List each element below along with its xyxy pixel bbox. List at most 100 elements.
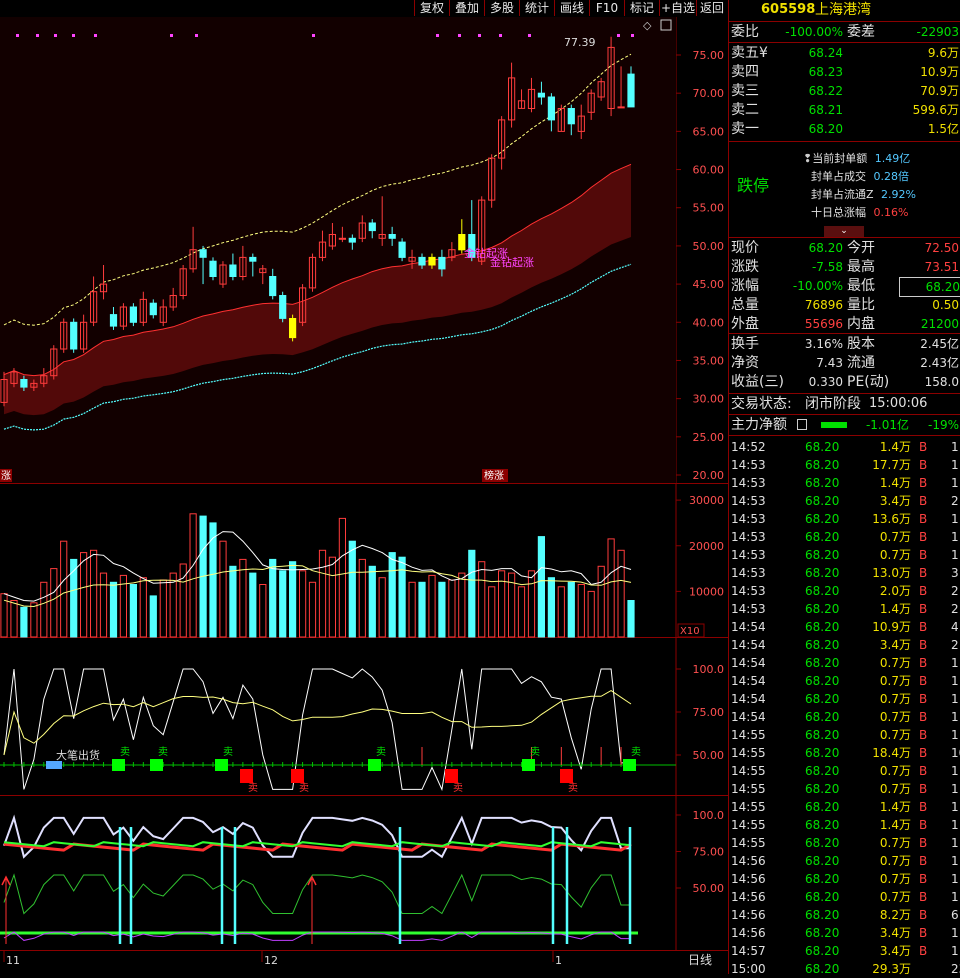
tick-time: 14:54	[731, 656, 766, 670]
tick-row: 14:54 68.20 10.9万 B 4	[729, 618, 960, 636]
volume-bar	[189, 513, 197, 638]
tick-count: 1	[951, 890, 959, 904]
stats-value: 3.16%	[804, 337, 843, 351]
tick-time: 14:53	[731, 476, 766, 490]
sell-signal-label: 卖	[530, 746, 540, 758]
tick-time: 14:52	[731, 440, 766, 454]
sell-signal-box	[522, 759, 535, 771]
tick-price: 68.20	[805, 944, 840, 958]
quote-value: -7.58	[811, 260, 843, 274]
tick-volume: 0.7万	[879, 854, 911, 868]
tick-row: 14:53 68.20 1.4万 B 1	[729, 474, 960, 492]
ind2-osc-line	[3, 873, 631, 915]
top-dot-marker	[72, 34, 75, 37]
tick-count: 1	[951, 440, 959, 454]
kline-chart[interactable]: 75.00 70.00 65.00 60.00 55.00 50.00 45.00 40.00…	[0, 17, 728, 974]
candle-body	[627, 73, 635, 108]
volume-bar	[50, 568, 58, 638]
red-signal-label: 卖	[453, 782, 463, 794]
tick-row: 14:55 68.20 0.7万 B 1	[729, 726, 960, 744]
candle-body	[617, 106, 625, 109]
stock-name: 上海港湾	[815, 2, 871, 18]
tick-row: 14:53 68.20 17.7万 B 1	[729, 456, 960, 474]
ask-row[interactable]: 卖四 68.23 10.9万	[729, 63, 960, 81]
tick-row: 14:55 68.20 1.4万 B 1	[729, 816, 960, 834]
tick-row: 14:53 68.20 13.0万 B 3	[729, 564, 960, 582]
price-tick-label: 30.00	[693, 393, 725, 406]
tick-side: B	[919, 854, 928, 868]
ask-row[interactable]: 卖一 68.20 1.5亿	[729, 120, 960, 138]
toolbar-button-1[interactable]: 叠加	[449, 0, 484, 16]
tick-side: B	[919, 764, 928, 778]
toolbar-button-3[interactable]: 统计	[519, 0, 554, 16]
tick-price: 68.20	[805, 584, 840, 598]
toolbar-button-4[interactable]: 画线	[554, 0, 589, 16]
candle-body	[567, 108, 575, 125]
quote-row: 外盘 55696 内盘 21200	[729, 315, 960, 333]
signal-label: 金钻起涨	[490, 255, 534, 269]
price-tick-label: 65.00	[693, 125, 725, 138]
tick-price: 68.20	[805, 872, 840, 886]
menu-icon[interactable]	[797, 419, 807, 430]
tick-volume: 0.7万	[879, 710, 911, 724]
tick-row: 15:00 68.20 29.3万 23	[729, 960, 960, 978]
tick-price: 68.20	[805, 548, 840, 562]
chart-area[interactable]: 75.00 70.00 65.00 60.00 55.00 50.00 45.00 40.00…	[0, 17, 728, 974]
toolbar-button-8[interactable]: 返回	[696, 0, 727, 16]
limit-down-label: 跌停	[737, 176, 770, 195]
tick-price: 68.20	[805, 530, 840, 544]
tick-time: 14:55	[731, 818, 766, 832]
ask-label: 卖四	[731, 64, 759, 80]
weicha-label: 委差	[847, 24, 875, 40]
tick-side: B	[919, 494, 928, 508]
price-tick-label: 50.00	[693, 240, 725, 253]
ask-price: 68.24	[808, 46, 843, 60]
volume-bar	[149, 595, 157, 638]
tick-time: 14:53	[731, 584, 766, 598]
tick-side: B	[919, 800, 928, 814]
tick-side: B	[919, 782, 928, 796]
collapse-icon[interactable]: ⌄	[824, 226, 864, 237]
toolbar-button-5[interactable]: F10	[589, 0, 624, 16]
quote-row: 涨跌 -7.58 最高 73.51	[729, 258, 960, 276]
tick-time: 14:54	[731, 620, 766, 634]
tick-row: 14:55 68.20 0.7万 B 1	[729, 834, 960, 852]
ask-row[interactable]: 卖三 68.22 70.9万	[729, 82, 960, 100]
buy-signal-box	[445, 769, 458, 783]
sell-signal-label: 卖	[120, 746, 130, 758]
candle-body	[368, 222, 376, 232]
volume-bar	[269, 558, 277, 638]
tick-count: 1	[951, 476, 959, 490]
toolbar-button-6[interactable]: 标记	[624, 0, 659, 16]
volume-bar	[80, 552, 88, 638]
tick-volume: 8.2万	[879, 908, 911, 922]
tick-price: 68.20	[805, 458, 840, 472]
volume-bar	[597, 565, 605, 638]
seal-float-value: 2.92%	[881, 188, 916, 201]
stats-label-2: 流通	[847, 355, 875, 371]
toolbar-button-7[interactable]: +自选	[659, 0, 696, 16]
stats-label: 净资	[731, 355, 759, 371]
tick-row: 14:54 68.20 0.7万 B 1	[729, 672, 960, 690]
weibi-value: -100.00%	[785, 25, 843, 39]
ask-row[interactable]: 卖五¥ 68.24 9.6万	[729, 44, 960, 62]
tick-time: 14:53	[731, 494, 766, 508]
tick-count: 1	[951, 458, 959, 472]
ask-row[interactable]: 卖二 68.21 599.6万	[729, 101, 960, 119]
quote-row: 现价 68.20 今开 72.50	[729, 239, 960, 257]
volume-bar	[577, 584, 585, 638]
quote-label-2: 量比	[847, 297, 875, 313]
tick-side: B	[919, 512, 928, 526]
tick-price: 68.20	[805, 764, 840, 778]
candle-body	[547, 96, 555, 121]
price-tick-label: 40.00	[693, 316, 725, 329]
date-label: 1	[555, 954, 562, 967]
red-signal-label: 卖	[568, 782, 578, 794]
toolbar-button-2[interactable]: 多股	[484, 0, 519, 16]
tick-row: 14:54 68.20 0.7万 B 1	[729, 654, 960, 672]
toolbar-button-0[interactable]: 复权	[414, 0, 449, 16]
tick-row: 14:53 68.20 1.4万 B 2	[729, 600, 960, 618]
top-dot-marker	[54, 34, 57, 37]
price-tick-label: 45.00	[693, 278, 725, 291]
stock-code: 605598	[761, 2, 816, 17]
